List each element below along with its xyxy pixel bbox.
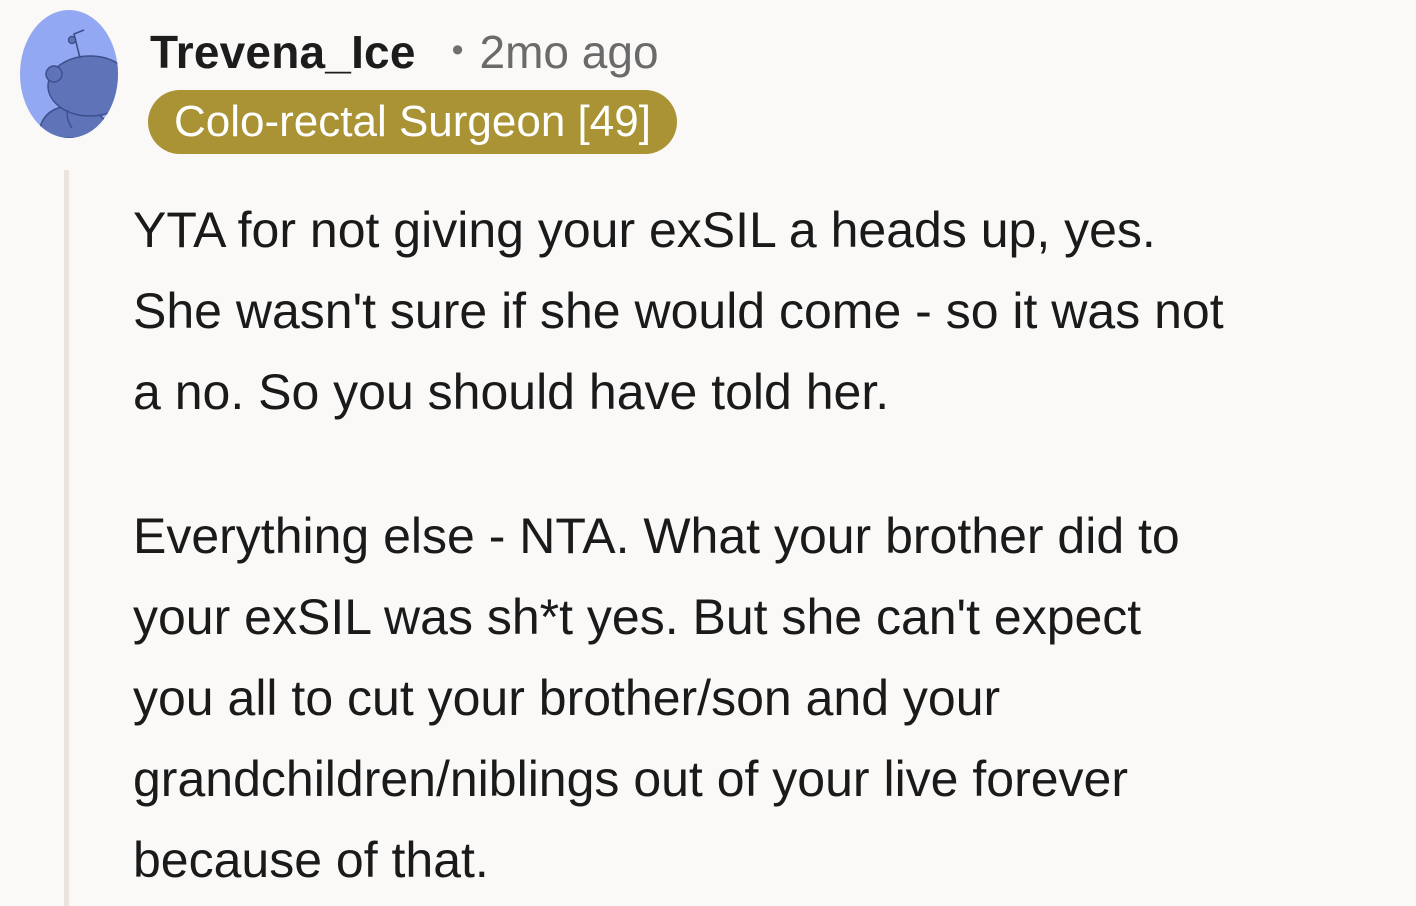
comment-body: YTA for not giving your exSIL a heads up… [133, 190, 1413, 901]
thread-line[interactable] [64, 170, 69, 906]
author-username[interactable]: Trevena_Ice [150, 25, 416, 79]
comment-paragraph: Everything else - NTA. What your brother… [133, 508, 1180, 888]
comment-header: Trevena_Ice • 2mo ago [150, 24, 659, 80]
timestamp[interactable]: 2mo ago [480, 25, 659, 79]
user-flair-badge: Colo-rectal Surgeon [49] [148, 90, 677, 154]
comment: Trevena_Ice • 2mo ago Colo-rectal Surgeo… [0, 0, 1416, 906]
comment-paragraph: YTA for not giving your exSIL a heads up… [133, 202, 1224, 420]
snoo-avatar-icon[interactable] [20, 10, 118, 138]
separator-dot: • [451, 30, 464, 69]
